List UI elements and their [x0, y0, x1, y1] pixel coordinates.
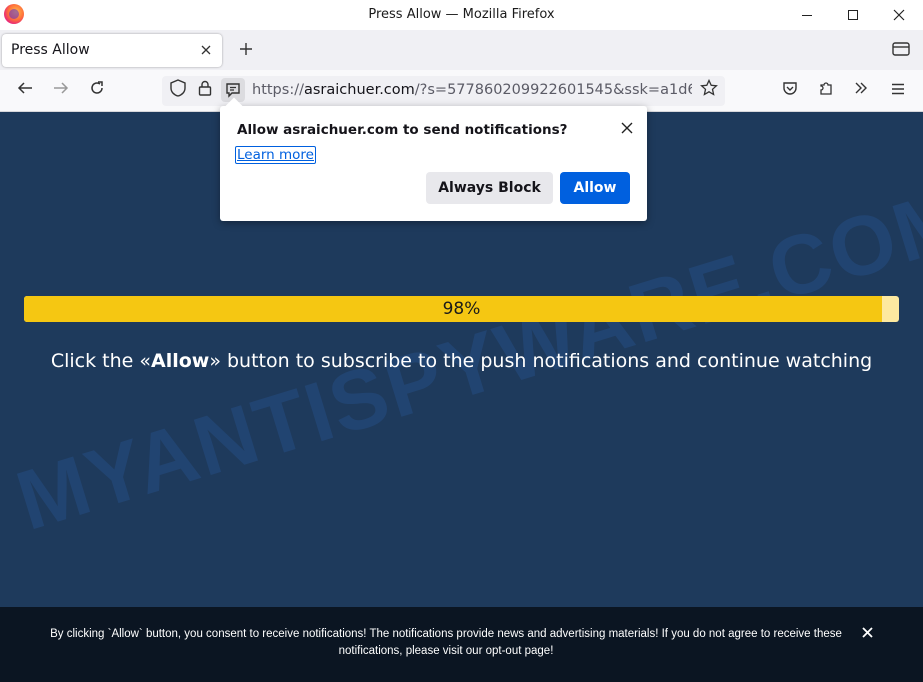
popup-message: Allow asraichuer.com to send notificatio… [237, 122, 568, 138]
chevron-double-right-icon [855, 82, 867, 94]
progress-label: 98% [442, 299, 481, 319]
progress-bar: 98% [24, 296, 899, 322]
tab-press-allow[interactable]: Press Allow [2, 34, 222, 67]
extensions-button[interactable] [814, 79, 838, 103]
tab-close-button[interactable] [196, 40, 216, 60]
list-all-tabs-button[interactable] [892, 41, 910, 57]
minimize-button[interactable] [784, 0, 830, 30]
learn-more-link[interactable]: Learn more [235, 146, 316, 164]
opt-out-link[interactable]: opt-out page [486, 645, 551, 657]
back-button[interactable] [13, 79, 37, 103]
close-icon [861, 627, 873, 638]
popup-close-button[interactable] [618, 120, 636, 138]
star-icon [700, 78, 718, 96]
more-tools-button[interactable] [849, 79, 873, 103]
reload-icon [91, 81, 103, 94]
instruction-text: Click the «Allow» button to subscribe to… [50, 350, 873, 372]
allow-button[interactable]: Allow [560, 172, 630, 204]
plus-icon [240, 43, 252, 55]
forward-button[interactable] [49, 79, 73, 103]
close-icon [893, 9, 905, 21]
url-bar[interactable]: https://asraichuer.com/?s=57786020992260… [162, 76, 725, 106]
pocket-icon [783, 82, 797, 95]
close-window-button[interactable] [876, 0, 922, 30]
pocket-button[interactable] [778, 79, 802, 103]
shield-icon [170, 79, 186, 97]
minimize-icon [802, 14, 812, 16]
close-icon [621, 122, 633, 134]
title-bar: Press Allow — Mozilla Firefox [0, 0, 923, 30]
close-icon [201, 45, 211, 55]
new-tab-button[interactable] [234, 38, 258, 62]
consent-text: By clicking `Allow` button, you consent … [50, 628, 842, 657]
url-text: https://asraichuer.com/?s=57786020992260… [252, 82, 692, 98]
puzzle-icon [820, 82, 832, 95]
bookmark-star-button[interactable] [697, 78, 721, 103]
reload-button[interactable] [85, 79, 109, 103]
instruction-allow-word: Allow [150, 350, 210, 372]
tab-list-icon [892, 42, 910, 56]
tab-title: Press Allow [11, 42, 90, 58]
app-menu-button[interactable] [886, 79, 910, 103]
arrow-right-icon [54, 82, 69, 94]
site-security-button[interactable] [193, 79, 217, 103]
always-block-button[interactable]: Always Block [426, 172, 553, 204]
maximize-icon [848, 10, 858, 20]
maximize-button[interactable] [830, 0, 876, 30]
arrow-left-icon [17, 82, 32, 94]
notification-permission-popup: Allow asraichuer.com to send notificatio… [220, 97, 647, 221]
hamburger-icon [892, 83, 904, 95]
consent-bar: By clicking `Allow` button, you consent … [0, 607, 923, 682]
lock-icon [198, 80, 212, 96]
consent-close-button[interactable] [858, 624, 876, 642]
tracking-protection-button[interactable] [166, 79, 190, 103]
